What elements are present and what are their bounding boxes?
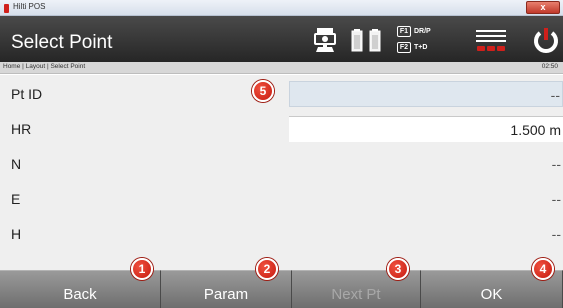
field-label: Pt ID (11, 86, 43, 102)
callout-badge: 4 (532, 258, 554, 280)
power-icon[interactable] (531, 25, 561, 55)
breadcrumb-bar: Home | Layout | Select Point 02:50 (0, 62, 563, 74)
window-titlebar: Hilti POS x (0, 0, 563, 16)
softkey-bar: Back Param Next Pt OK (0, 270, 563, 308)
f2-key[interactable]: F2 (397, 42, 411, 53)
callout-badge: 2 (256, 258, 278, 280)
app-icon (4, 4, 9, 13)
field-value: -- (550, 87, 560, 103)
field-value: -- (551, 156, 561, 172)
clock: 02:50 (541, 63, 558, 70)
breadcrumb: Home | Layout | Select Point (3, 63, 86, 70)
menu-icon[interactable] (474, 25, 508, 55)
callout-badge: 3 (387, 258, 409, 280)
field-value: 1.500 m (510, 122, 561, 138)
field-row-e: E -- (0, 183, 563, 215)
field-value: -- (551, 191, 561, 207)
callout-badge: 1 (131, 258, 153, 280)
field-row-hr: HR 1.500 m (0, 113, 563, 145)
field-label: N (11, 156, 22, 172)
content-area: Pt ID -- HR 1.500 m N -- E -- H -- (0, 75, 563, 270)
window-close-button[interactable]: x (526, 1, 560, 14)
field-row-h: H -- (0, 218, 563, 250)
callout-badge: 5 (252, 80, 274, 102)
softkey-label: Next Pt (331, 286, 381, 303)
softkey-label: Back (63, 286, 97, 303)
window-title: Hilti POS (13, 2, 46, 11)
pt-id-field[interactable]: -- (289, 81, 563, 107)
field-label: E (11, 191, 21, 207)
app-header: Select Point F1 DR/P F2 T+D (0, 16, 563, 62)
page-title: Select Point (11, 32, 113, 53)
field-label: HR (11, 121, 32, 137)
softkey-label: Param (203, 286, 249, 303)
f1-key[interactable]: F1 (397, 26, 411, 37)
battery-icon (369, 29, 381, 52)
instrument-icon[interactable] (312, 25, 338, 55)
field-row-pt-id: Pt ID -- (0, 78, 563, 110)
hr-field[interactable]: 1.500 m (289, 116, 563, 142)
f2-label: T+D (414, 44, 428, 51)
field-row-n: N -- (0, 148, 563, 180)
f1-label: DR/P (414, 28, 431, 35)
battery-icon (351, 29, 363, 52)
field-label: H (11, 226, 22, 242)
field-value: -- (551, 226, 561, 242)
softkey-label: OK (480, 286, 503, 303)
